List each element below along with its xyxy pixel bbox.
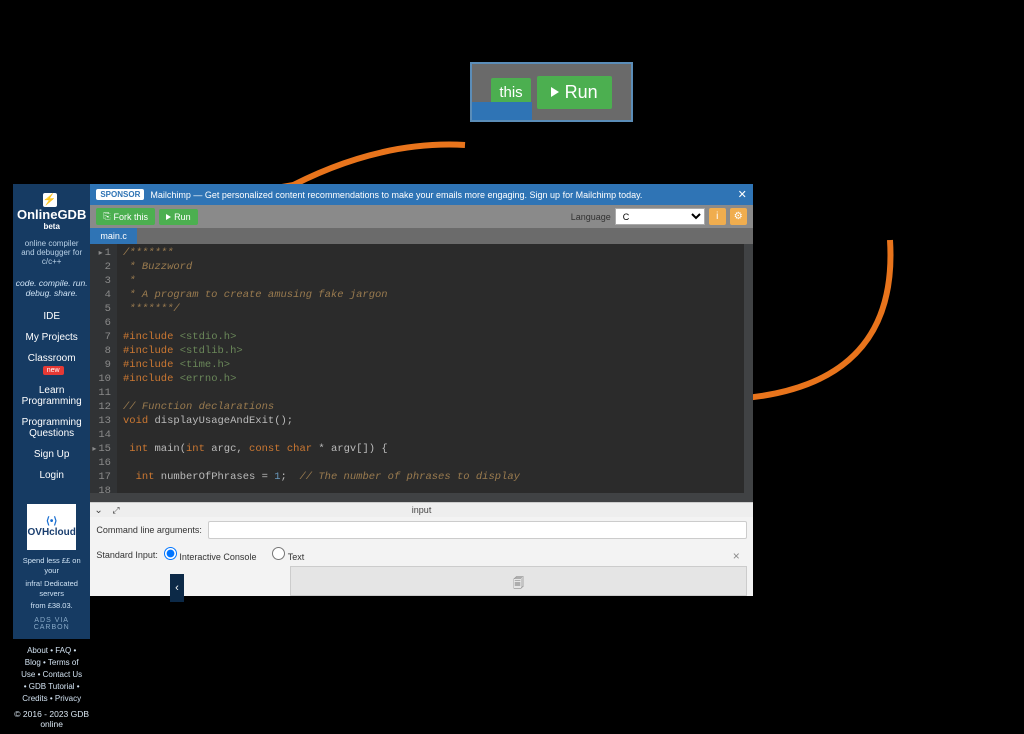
language-picker: Language C i ⚙: [571, 208, 747, 225]
sidebar-item-learn[interactable]: Learn Programming: [13, 380, 90, 412]
io-title-bar: ⌄ ⤢ input: [90, 503, 752, 517]
stdin-label: Standard Input:: [96, 550, 158, 560]
expand-icon[interactable]: ⤢: [112, 505, 119, 516]
ad-brand: ⟨•⟩ OVHcloud: [27, 516, 76, 538]
editor-tabs: main.c: [90, 228, 752, 244]
tagline: code. compile. run. debug. share.: [13, 278, 90, 298]
bolt-icon: ⚡: [43, 193, 57, 207]
toolbar: ⎘ Fork this Run Language C i ⚙: [90, 205, 752, 228]
sidebar-item-signup[interactable]: Sign Up: [13, 444, 90, 465]
callout-run-label: Run: [565, 82, 598, 103]
logo-subtitle: online compiler and debugger for c/c++: [17, 239, 86, 266]
ad-via[interactable]: ADS VIA CARBON: [17, 617, 86, 631]
zoom-callout: this Run: [470, 62, 633, 122]
sidebar-item-classroom[interactable]: Classroom new: [13, 348, 90, 380]
info-icon[interactable]: i: [709, 208, 726, 225]
sidebar-footer-links[interactable]: About • FAQ • Blog • Terms of Use • Cont…: [13, 639, 90, 709]
stdin-row: Standard Input: Interactive Console Text: [90, 543, 752, 566]
copy-icon[interactable]: 🗐: [513, 575, 524, 594]
sidebar: ⚡OnlineGDB beta online compiler and debu…: [13, 184, 90, 596]
play-icon: [166, 214, 171, 220]
logo[interactable]: ⚡OnlineGDB beta: [17, 191, 86, 237]
run-button[interactable]: Run: [159, 209, 198, 225]
output-area: × 🗐: [290, 566, 746, 596]
fork-button[interactable]: ⎘ Fork this: [96, 208, 155, 225]
new-badge: new: [43, 366, 64, 375]
sidebar-item-ide[interactable]: IDE: [13, 306, 90, 327]
close-icon[interactable]: ✕: [738, 188, 747, 201]
io-panel: ⌄ ⤢ input Command line arguments: Standa…: [90, 502, 752, 596]
line-gutter: 1234567891011121314151617181920212223: [90, 244, 117, 502]
sidebar-item-label: Classroom: [28, 353, 76, 364]
args-input[interactable]: [208, 521, 747, 539]
sidebar-ad[interactable]: ⟨•⟩ OVHcloud Spend less ££ on your infra…: [13, 496, 90, 639]
ad-line2: infra! Dedicated servers: [17, 579, 86, 599]
scrollbar-horizontal[interactable]: [90, 493, 743, 502]
scrollbar-vertical[interactable]: [744, 244, 753, 502]
output-close-icon[interactable]: ×: [733, 549, 740, 563]
logo-text: OnlineGDB: [17, 207, 86, 222]
args-row: Command line arguments:: [90, 517, 752, 543]
args-label: Command line arguments:: [96, 525, 202, 535]
callout-run-button[interactable]: Run: [537, 76, 612, 109]
sidebar-item-login[interactable]: Login: [13, 465, 90, 486]
main-panel: SPONSOR Mailchimp — Get personalized con…: [90, 184, 752, 596]
ad-card[interactable]: ⟨•⟩ OVHcloud: [27, 504, 76, 550]
ad-line1: Spend less ££ on your: [17, 556, 86, 576]
gear-icon[interactable]: ⚙: [730, 208, 747, 225]
fork-icon: ⎘: [103, 211, 110, 222]
code-content[interactable]: /******* * Buzzword * * A program to cre…: [117, 244, 753, 502]
beta-badge: beta: [43, 222, 59, 231]
sponsor-bar: SPONSOR Mailchimp — Get personalized con…: [90, 184, 752, 205]
stdin-opt-text[interactable]: Text: [272, 547, 304, 562]
sidebar-header: ⚡OnlineGDB beta online compiler and debu…: [13, 184, 90, 273]
ad-line3: from £38.03.: [17, 601, 86, 611]
run-label: Run: [174, 212, 191, 222]
tab-main-c[interactable]: main.c: [90, 228, 137, 244]
language-label: Language: [571, 212, 611, 222]
language-select[interactable]: C: [615, 208, 705, 225]
onlinegdb-app: ⚡OnlineGDB beta online compiler and debu…: [13, 184, 706, 596]
copyright: © 2016 - 2023 GDB online: [13, 709, 90, 734]
stdin-opt-interactive[interactable]: Interactive Console: [164, 547, 257, 562]
play-icon: [551, 87, 559, 97]
fork-label: Fork this: [114, 212, 149, 222]
callout-blue-strip: [472, 102, 532, 120]
sponsor-text[interactable]: Mailchimp — Get personalized content rec…: [150, 190, 642, 200]
io-title: input: [412, 505, 432, 515]
sidebar-item-questions[interactable]: Programming Questions: [13, 412, 90, 444]
sponsor-tag: SPONSOR: [96, 189, 144, 200]
sidebar-item-my-projects[interactable]: My Projects: [13, 327, 90, 348]
collapse-icon[interactable]: ⌄: [94, 505, 102, 516]
sidebar-collapse-arrow[interactable]: ‹: [170, 574, 184, 602]
code-editor[interactable]: 1234567891011121314151617181920212223 /*…: [90, 244, 752, 502]
